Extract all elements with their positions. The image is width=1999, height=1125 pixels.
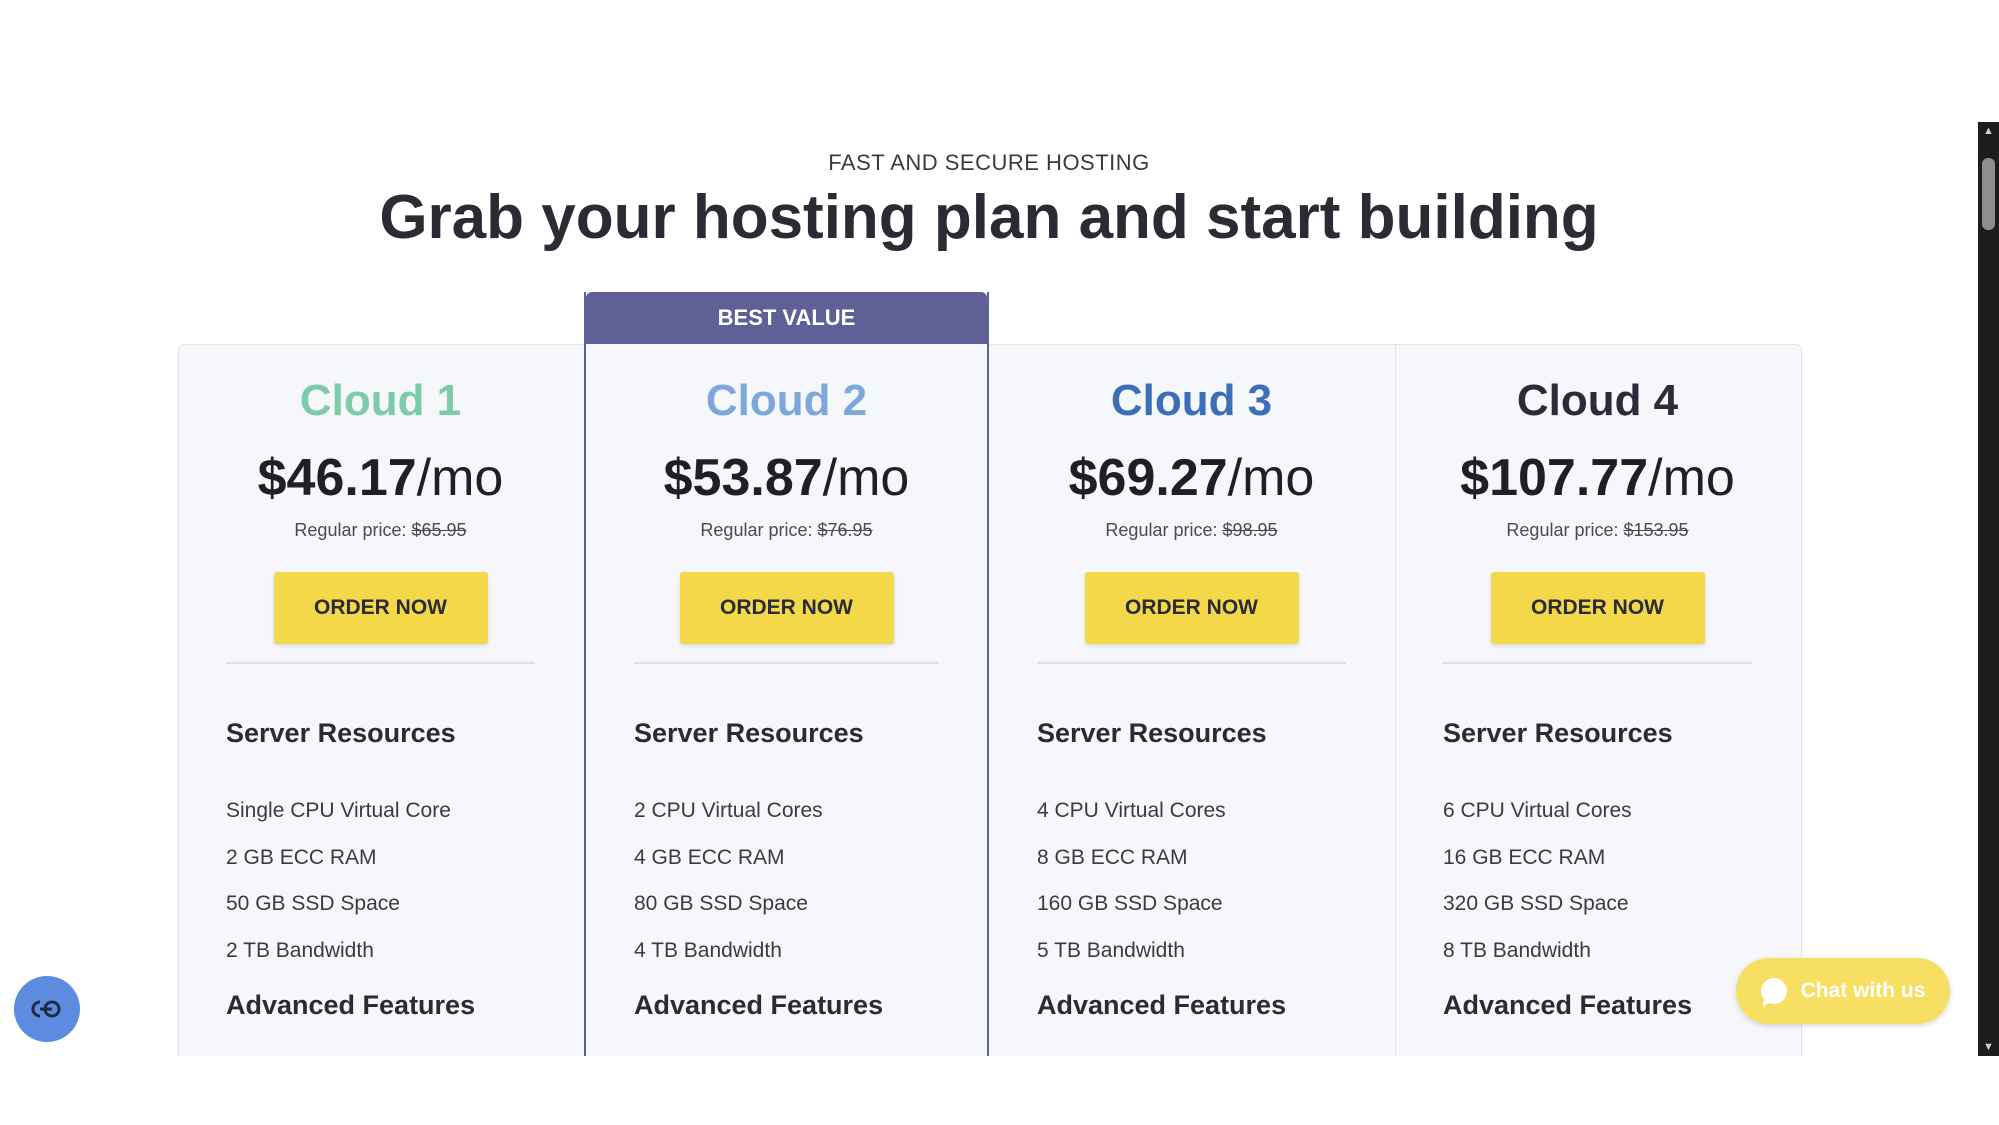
plan-price: $69.27/mo (989, 448, 1394, 508)
accessibility-button[interactable] (14, 976, 80, 1042)
page-scrollbar[interactable]: ▲ ▼ (1978, 122, 1999, 1056)
chat-label: Chat with us (1800, 979, 1926, 1002)
regular-price-value: $153.95 (1623, 520, 1689, 540)
list-item: 8 GB ECC RAM (1037, 845, 1188, 869)
price-amount: $69.27 (1068, 449, 1228, 507)
section-advanced-features: Advanced Features (226, 990, 476, 1020)
section-advanced-features: Advanced Features (1037, 990, 1287, 1020)
list-item: 2 GB ECC RAM (226, 845, 377, 869)
price-period: /mo (1227, 449, 1315, 507)
list-item: 16 GB ECC RAM (1443, 845, 1606, 869)
chat-with-us-button[interactable]: Chat with us (1736, 958, 1950, 1024)
scrollbar-thumb[interactable] (1982, 158, 1995, 230)
price-period: /mo (1648, 449, 1735, 507)
plan-card-cloud-2: BEST VALUE Cloud 2 $53.87/mo Regular pri… (584, 292, 989, 1056)
section-eyebrow: FAST AND SECURE HOSTING (828, 150, 1150, 175)
regular-price-value: $98.95 (1222, 520, 1278, 540)
plan-name: Cloud 3 (1110, 376, 1273, 425)
section-advanced-features: Advanced Features (634, 990, 884, 1020)
regular-price: Regular price: $98.95 (989, 520, 1394, 541)
list-item: 160 GB SSD Space (1037, 892, 1223, 915)
plan-name: Cloud 4 (1516, 376, 1679, 425)
plan-name: Cloud 2 (705, 376, 868, 425)
feature-list: Single CPU Virtual Core 2 GB ECC RAM 50 … (226, 788, 451, 974)
plan-card-cloud-4: Cloud 4 $107.77/mo Regular price: $153.9… (1395, 344, 1800, 1056)
plan-card-cloud-1: Cloud 1 $46.17/mo Regular price: $65.95 … (178, 344, 583, 1056)
list-item: 50 GB SSD Space (226, 892, 400, 915)
regular-price-value: $65.95 (411, 520, 467, 540)
regular-price-label: Regular price: (1105, 520, 1218, 540)
order-now-button[interactable]: ORDER NOW (1490, 572, 1705, 644)
regular-price-value: $76.95 (817, 520, 873, 540)
regular-price: Regular price: $76.95 (586, 520, 987, 541)
section-server-resources: Server Resources (634, 718, 864, 748)
list-item: 4 CPU Virtual Cores (1037, 799, 1226, 822)
regular-price-label: Regular price: (700, 520, 813, 540)
list-item: 320 GB SSD Space (1443, 892, 1629, 915)
feature-list: 6 CPU Virtual Cores 16 GB ECC RAM 320 GB… (1443, 788, 1632, 974)
feature-list: 2 CPU Virtual Cores 4 GB ECC RAM 80 GB S… (634, 788, 823, 974)
plan-price: $46.17/mo (178, 448, 583, 508)
list-item: 4 TB Bandwidth (634, 938, 782, 962)
card-separator (634, 662, 939, 664)
regular-price: Regular price: $65.95 (178, 520, 583, 541)
regular-price: Regular price: $153.95 (1395, 520, 1800, 541)
plan-name: Cloud 1 (299, 376, 462, 425)
list-item: Single CPU Virtual Core (226, 799, 451, 822)
order-now-button[interactable]: ORDER NOW (273, 572, 488, 644)
list-item: 5 TB Bandwidth (1037, 938, 1185, 962)
price-amount: $46.17 (257, 449, 417, 507)
price-period: /mo (822, 449, 910, 507)
order-now-button[interactable]: ORDER NOW (1084, 572, 1299, 644)
plan-card-cloud-3: Cloud 3 $69.27/mo Regular price: $98.95 … (989, 344, 1394, 1056)
card-separator (226, 662, 535, 664)
scroll-down-arrow-icon[interactable]: ▼ (1978, 1038, 1999, 1056)
section-server-resources: Server Resources (226, 718, 456, 748)
list-item: 4 GB ECC RAM (634, 845, 785, 869)
section-server-resources: Server Resources (1443, 718, 1673, 748)
list-item: 2 CPU Virtual Cores (634, 799, 823, 822)
list-item: 2 TB Bandwidth (226, 938, 374, 962)
page-title: Grab your hosting plan and start buildin… (379, 183, 1599, 252)
list-item: 8 TB Bandwidth (1443, 938, 1591, 962)
section-advanced-features: Advanced Features (1443, 990, 1693, 1020)
plan-price: $107.77/mo (1395, 448, 1800, 508)
card-separator (1443, 662, 1752, 664)
price-amount: $53.87 (663, 449, 823, 507)
card-separator (1037, 662, 1346, 664)
accessibility-icon (31, 1000, 61, 1018)
scroll-up-arrow-icon[interactable]: ▲ (1978, 122, 1999, 140)
price-period: /mo (416, 449, 504, 507)
page-viewport: FAST AND SECURE HOSTING Grab your hostin… (0, 0, 1978, 1056)
price-amount: $107.77 (1460, 449, 1649, 507)
plan-price: $53.87/mo (586, 448, 987, 508)
list-item: 6 CPU Virtual Cores (1443, 799, 1632, 822)
order-now-button[interactable]: ORDER NOW (679, 572, 894, 644)
chat-bubble-icon (1760, 978, 1787, 1007)
section-server-resources: Server Resources (1037, 718, 1267, 748)
regular-price-label: Regular price: (1506, 520, 1619, 540)
regular-price-label: Regular price: (294, 520, 407, 540)
list-item: 80 GB SSD Space (634, 892, 808, 915)
best-value-badge: BEST VALUE (586, 292, 987, 344)
feature-list: 4 CPU Virtual Cores 8 GB ECC RAM 160 GB … (1037, 788, 1226, 974)
